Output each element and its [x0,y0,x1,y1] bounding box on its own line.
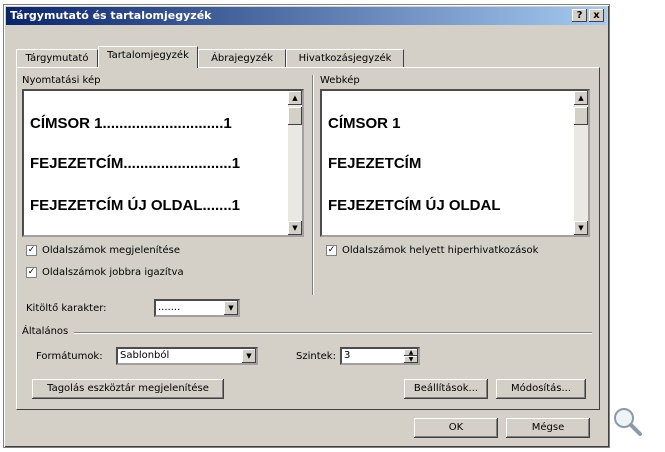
scroll-thumb[interactable] [288,107,302,125]
chevron-down-icon[interactable]: ▼ [224,301,238,315]
show-page-numbers-checkbox[interactable]: ✓ [26,245,37,256]
web-preview-line: FEJEZETCÍM ÚJ OLDAL [328,197,501,214]
web-preview: CÍMSOR 1 FEJEZETCÍM FEJEZETCÍM ÚJ OLDAL … [320,89,590,237]
right-align-checkbox[interactable]: ✓ [26,267,37,278]
outline-toolbar-button[interactable]: Tagolás eszköztár megjelenítése [32,379,224,399]
general-divider [74,332,592,333]
print-preview-label: Nyomtatási kép [22,75,101,86]
help-button[interactable]: ? [572,9,587,22]
section-divider [312,75,313,295]
tab-table-of-authorities[interactable]: Hivatkozásjegyzék [286,49,404,67]
hyperlinks-label: Oldalszámok helyett hiperhivatkozások [342,245,539,256]
levels-label: Szintek: [296,351,336,362]
scroll-up-icon[interactable]: ▲ [574,91,588,105]
web-preview-scrollbar[interactable]: ▲ ▼ [574,91,588,235]
scroll-down-icon[interactable]: ▼ [288,221,302,235]
modify-button[interactable]: Módosítás... [496,379,586,399]
tab-leader-value: ....... [158,302,181,313]
toc-dialog: Tárgymutató és tartalomjegyzék ? x Tárgy… [3,4,610,448]
levels-value: 3 [344,350,351,361]
options-button[interactable]: Beállítások... [404,379,488,399]
spin-down-icon[interactable]: ▼ [404,356,418,363]
tab-leader-label: Kitöltő karakter: [26,303,107,314]
general-group-label: Általános [22,326,69,337]
tab-leader-select[interactable]: ....... ▼ [154,299,240,317]
scroll-up-icon[interactable]: ▲ [288,91,302,105]
web-preview-line: CÍMSOR 1 [328,115,401,132]
hyperlinks-checkbox[interactable]: ✓ [326,245,337,256]
ok-button[interactable]: OK [414,418,498,438]
print-preview: CÍMSOR 1.............................1 F… [22,89,304,237]
web-preview-line: FEJEZETCÍM [328,155,422,172]
print-preview-line: FEJEZETCÍM ÚJ OLDAL.......1 [30,197,241,214]
formats-select[interactable]: Sablonból ▼ [116,347,258,365]
magnifier-icon[interactable] [611,405,643,437]
tab-table-of-contents[interactable]: Tartalomjegyzék [98,46,198,68]
levels-spinner[interactable]: 3 ▲ ▼ [340,347,420,365]
print-preview-line: CÍMSOR 1.............................1 [30,115,232,132]
chevron-down-icon[interactable]: ▼ [242,349,256,363]
show-page-numbers-label: Oldalszámok megjelenítése [42,245,180,256]
title-bar: Tárgymutató és tartalomjegyzék ? x [6,7,607,25]
tab-index[interactable]: Tárgymutató [16,49,98,67]
print-preview-scrollbar[interactable]: ▲ ▼ [288,91,302,235]
scroll-thumb[interactable] [574,107,588,125]
right-align-label: Oldalszámok jobbra igazítva [42,267,184,278]
window-title: Tárgymutató és tartalomjegyzék [10,9,212,22]
cancel-button[interactable]: Mégse [506,418,590,438]
formats-label: Formátumok: [36,351,103,362]
tab-table-of-figures[interactable]: Ábrajegyzék [198,49,286,67]
formats-value: Sablonból [120,350,170,361]
print-preview-line: FEJEZETCÍM..........................1 [30,155,241,172]
close-button[interactable]: x [589,9,604,22]
scroll-down-icon[interactable]: ▼ [574,221,588,235]
web-preview-label: Webkép [320,75,360,86]
spin-up-icon[interactable]: ▲ [404,349,418,356]
